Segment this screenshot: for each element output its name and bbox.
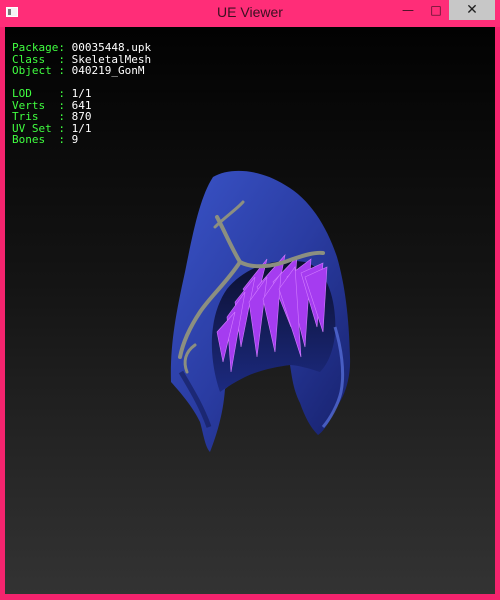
maximize-button[interactable]: □ — [423, 0, 449, 20]
title-bar[interactable]: UE Viewer — □ ✕ — [0, 0, 500, 27]
minimize-button[interactable]: — — [393, 0, 423, 20]
3d-viewport[interactable]: Package: 00035448.upk Class : SkeletalMe… — [5, 27, 495, 594]
close-button[interactable]: ✕ — [449, 0, 495, 20]
hood-mesh[interactable] — [5, 27, 495, 594]
app-window: UE Viewer — □ ✕ Package: 00035448.upk Cl… — [0, 0, 500, 600]
